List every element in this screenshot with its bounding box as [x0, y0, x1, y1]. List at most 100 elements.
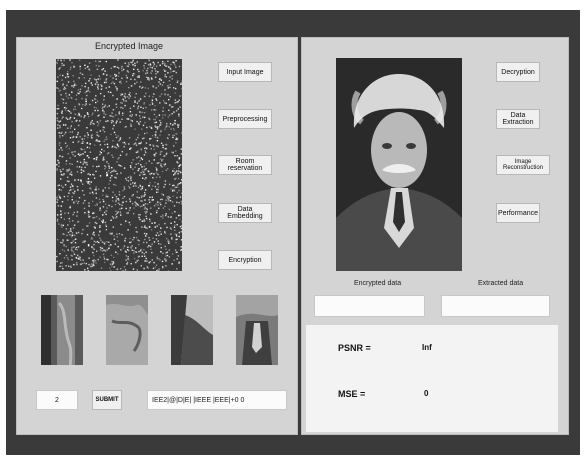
- noise-pixel: [110, 270, 112, 271]
- noise-pixel: [61, 98, 63, 100]
- noise-pixel: [173, 62, 175, 64]
- noise-pixel: [144, 260, 146, 262]
- noise-pixel: [82, 104, 84, 106]
- noise-pixel: [119, 208, 121, 210]
- noise-pixel: [128, 143, 130, 145]
- noise-pixel: [113, 169, 115, 171]
- noise-pixel: [162, 215, 164, 217]
- data-extraction-button[interactable]: Data Extraction: [496, 109, 540, 129]
- noise-pixel: [136, 203, 138, 205]
- noise-pixel: [150, 207, 152, 209]
- noise-pixel: [176, 184, 179, 186]
- noise-pixel: [119, 211, 122, 213]
- noise-pixel: [67, 212, 70, 214]
- block-size-input[interactable]: 2: [36, 390, 78, 410]
- noise-pixel: [121, 207, 123, 209]
- noise-pixel: [144, 238, 146, 241]
- noise-pixel: [100, 267, 103, 269]
- noise-pixel: [84, 199, 86, 202]
- noise-pixel: [153, 113, 156, 116]
- noise-pixel: [111, 175, 113, 177]
- noise-pixel: [131, 61, 133, 64]
- noise-pixel: [134, 166, 136, 168]
- noise-pixel: [95, 241, 97, 243]
- noise-pixel: [91, 120, 93, 122]
- noise-pixel: [97, 124, 99, 127]
- encrypted-output-field[interactable]: IEE2|@|D|E| |IEEE |EEE|+0 0: [147, 390, 287, 410]
- noise-pixel: [178, 235, 180, 238]
- noise-pixel: [161, 170, 164, 173]
- noise-pixel: [67, 239, 69, 241]
- noise-pixel: [162, 100, 165, 102]
- noise-pixel: [152, 237, 154, 239]
- noise-pixel: [105, 228, 108, 231]
- noise-pixel: [174, 123, 177, 125]
- data-embedding-button[interactable]: Data Embedding: [218, 203, 272, 223]
- noise-pixel: [175, 238, 177, 241]
- noise-pixel: [112, 94, 114, 97]
- noise-pixel: [63, 64, 65, 66]
- noise-pixel: [113, 183, 115, 186]
- noise-pixel: [114, 243, 116, 245]
- noise-pixel: [78, 103, 80, 105]
- noise-pixel: [158, 234, 160, 237]
- noise-pixel: [95, 101, 97, 104]
- noise-pixel: [164, 245, 166, 248]
- noise-pixel: [79, 136, 81, 138]
- noise-pixel: [152, 96, 154, 98]
- noise-pixel: [78, 124, 80, 127]
- submit-button[interactable]: SUBMIT: [92, 390, 122, 410]
- noise-pixel: [93, 240, 96, 243]
- image-reconstruction-button[interactable]: Image Reconstruction: [496, 155, 550, 175]
- noise-pixel: [141, 195, 143, 197]
- noise-pixel: [56, 164, 58, 166]
- noise-pixel: [170, 233, 172, 235]
- noise-pixel: [89, 91, 91, 93]
- noise-pixel: [115, 136, 118, 139]
- noise-pixel: [97, 86, 99, 88]
- noise-pixel: [71, 236, 73, 238]
- noise-pixel: [58, 188, 60, 191]
- noise-pixel: [97, 84, 99, 86]
- noise-pixel: [67, 81, 70, 83]
- noise-pixel: [146, 211, 148, 213]
- noise-pixel: [136, 108, 139, 110]
- noise-pixel: [70, 171, 73, 173]
- noise-pixel: [134, 128, 136, 130]
- noise-pixel: [84, 166, 86, 169]
- room-reservation-button[interactable]: Room reservation: [218, 155, 272, 175]
- noise-pixel: [58, 142, 61, 144]
- noise-pixel: [69, 206, 71, 209]
- extracted-data-field[interactable]: [441, 295, 550, 317]
- preprocessing-button[interactable]: Preprocessing: [218, 109, 272, 129]
- noise-pixel: [56, 87, 58, 89]
- noise-pixel: [154, 185, 157, 188]
- noise-pixel: [113, 256, 115, 258]
- input-image-button[interactable]: Input Image: [218, 62, 272, 82]
- noise-pixel: [149, 138, 151, 140]
- noise-pixel: [105, 79, 107, 81]
- noise-pixel: [95, 186, 97, 188]
- noise-pixel: [71, 232, 74, 234]
- noise-pixel: [145, 251, 147, 253]
- noise-pixel: [61, 79, 63, 81]
- decryption-button[interactable]: Decryption: [496, 62, 540, 82]
- noise-pixel: [171, 238, 173, 240]
- noise-pixel: [171, 253, 174, 255]
- noise-pixel: [159, 202, 161, 204]
- noise-pixel: [113, 238, 116, 240]
- noise-pixel: [143, 67, 146, 69]
- noise-pixel: [159, 153, 162, 156]
- noise-pixel: [124, 95, 127, 98]
- noise-pixel: [120, 82, 122, 84]
- noise-pixel: [159, 119, 161, 122]
- noise-pixel: [126, 118, 128, 120]
- noise-pixel: [144, 189, 147, 191]
- performance-button[interactable]: Performance: [496, 203, 540, 223]
- noise-pixel: [86, 164, 88, 166]
- noise-pixel: [96, 81, 98, 83]
- noise-pixel: [124, 97, 126, 99]
- encrypted-data-field[interactable]: [314, 295, 425, 317]
- noise-pixel: [119, 165, 121, 167]
- encryption-button[interactable]: Encryption: [218, 250, 272, 270]
